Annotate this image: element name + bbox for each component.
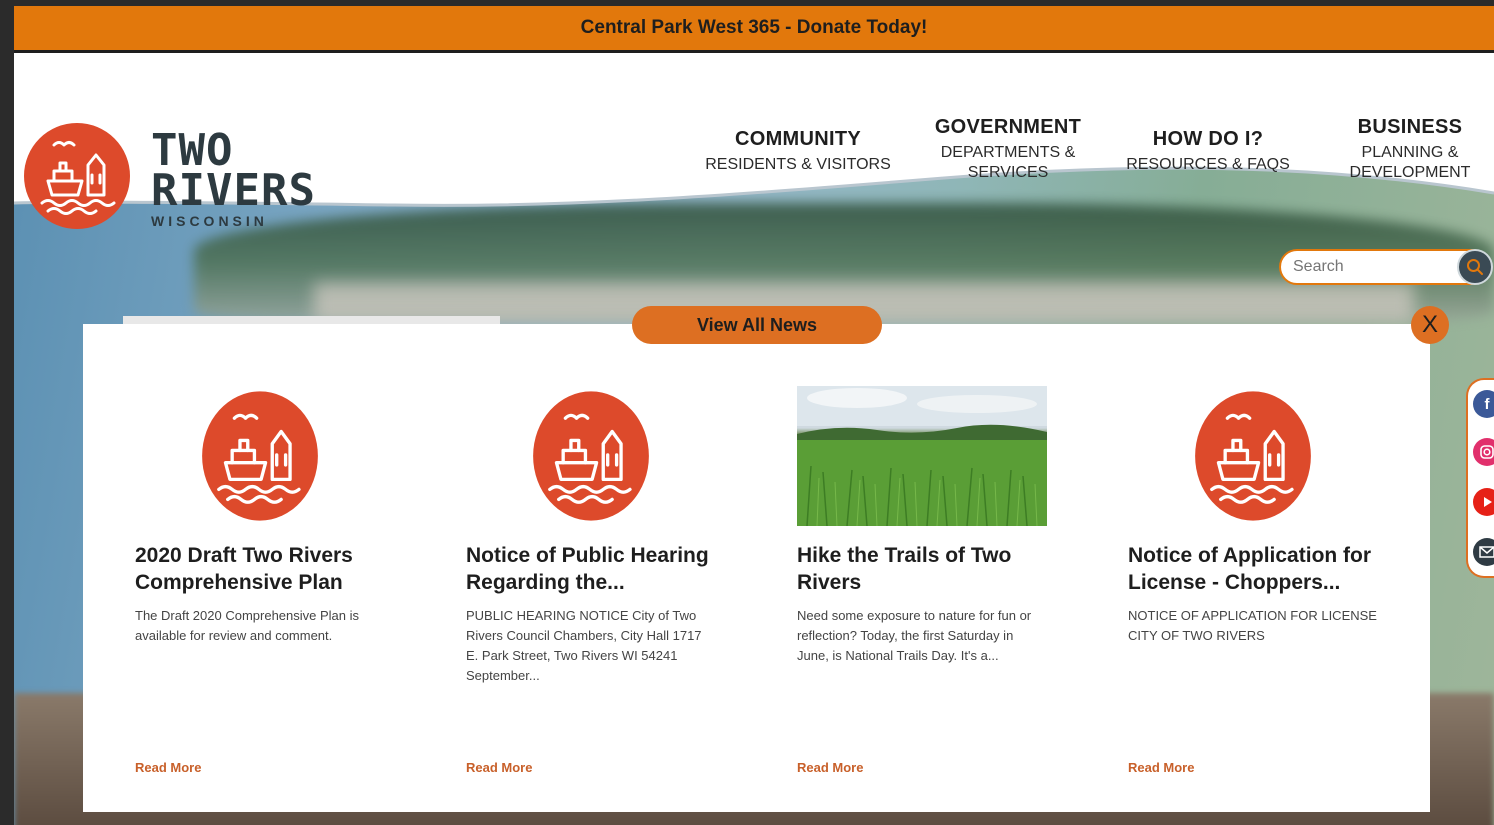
nav-title: GOVERNMENT [934, 116, 1082, 138]
news-card-logo-icon [135, 386, 385, 526]
news-card[interactable]: Notice of Application for License - Chop… [1128, 386, 1378, 646]
news-card-desc: NOTICE OF APPLICATION FOR LICENSE CITY O… [1128, 608, 1377, 643]
news-card-title[interactable]: Notice of Application for License - Chop… [1128, 542, 1378, 596]
news-card[interactable]: Notice of Public Hearing Regarding the..… [466, 386, 716, 686]
field-photo [797, 386, 1047, 526]
instagram-icon[interactable] [1473, 438, 1494, 466]
nav-subtitle: DEPARTMENTS & [940, 144, 1076, 161]
nav-community[interactable]: COMMUNITY RESIDENTS & VISITORS [690, 128, 906, 183]
search-box [1279, 249, 1493, 285]
nav-subtitle-2: SERVICES [967, 164, 1049, 181]
browser-viewport: Central Park West 365 - Donate Today! TW… [14, 6, 1494, 825]
read-more-link[interactable]: Read More [797, 760, 863, 775]
site-logo-wordmark[interactable]: TWO RIVERS WISCONSIN [151, 129, 316, 230]
site-logo-icon[interactable] [24, 123, 130, 229]
facebook-icon[interactable]: f [1473, 390, 1494, 418]
read-more-link[interactable]: Read More [1128, 760, 1194, 775]
nav-title: HOW DO I? [1152, 128, 1264, 150]
news-card[interactable]: Hike the Trails of Two Rivers Need some … [797, 386, 1047, 666]
email-icon[interactable] [1473, 538, 1494, 566]
close-news-button[interactable]: X [1411, 306, 1449, 344]
nav-title: COMMUNITY [734, 128, 862, 150]
news-card-title[interactable]: Notice of Public Hearing Regarding the..… [466, 542, 716, 596]
search-input[interactable] [1291, 257, 1455, 277]
read-more-link[interactable]: Read More [135, 760, 201, 775]
nav-subtitle: RESIDENTS & VISITORS [705, 156, 891, 173]
news-card-desc: PUBLIC HEARING NOTICE City of Two Rivers… [466, 608, 702, 683]
donate-banner-text[interactable]: Central Park West 365 - Donate Today! [581, 17, 928, 39]
read-more-link[interactable]: Read More [466, 760, 532, 775]
nav-subtitle: PLANNING & [1361, 144, 1459, 161]
news-card-desc: Need some exposure to nature for fun or … [797, 608, 1032, 663]
nav-government[interactable]: GOVERNMENT DEPARTMENTS & SERVICES [906, 116, 1110, 183]
social-sidebar: f [1466, 378, 1494, 578]
news-card-image [797, 386, 1047, 526]
youtube-icon[interactable] [1473, 488, 1494, 516]
news-panel: 2020 Draft Two Rivers Comprehensive Plan… [83, 324, 1430, 812]
nav-how-do-i[interactable]: HOW DO I? RESOURCES & FAQS [1110, 128, 1306, 183]
news-card-logo-icon [1128, 386, 1378, 526]
nav-title: BUSINESS [1357, 116, 1463, 138]
nav-subtitle: RESOURCES & FAQS [1126, 156, 1290, 173]
donate-banner[interactable]: Central Park West 365 - Donate Today! [14, 6, 1494, 53]
news-card-desc: The Draft 2020 Comprehensive Plan is ava… [135, 608, 360, 643]
nav-subtitle-2: DEVELOPMENT [1349, 164, 1471, 181]
news-card[interactable]: 2020 Draft Two Rivers Comprehensive Plan… [135, 386, 385, 646]
main-nav: COMMUNITY RESIDENTS & VISITORS GOVERNMEN… [690, 116, 1494, 183]
search-button[interactable] [1457, 249, 1493, 285]
news-card-logo-icon [466, 386, 716, 526]
nav-business[interactable]: BUSINESS PLANNING & DEVELOPMENT [1306, 116, 1494, 183]
site-header: TWO RIVERS WISCONSIN COMMUNITY RESIDENTS… [14, 53, 1494, 243]
news-card-title[interactable]: Hike the Trails of Two Rivers [797, 542, 1047, 596]
news-card-title[interactable]: 2020 Draft Two Rivers Comprehensive Plan [135, 542, 385, 596]
view-all-news-button[interactable]: View All News [632, 306, 882, 344]
search-icon [1467, 259, 1483, 275]
logo-line-rivers: RIVERS [151, 165, 316, 216]
